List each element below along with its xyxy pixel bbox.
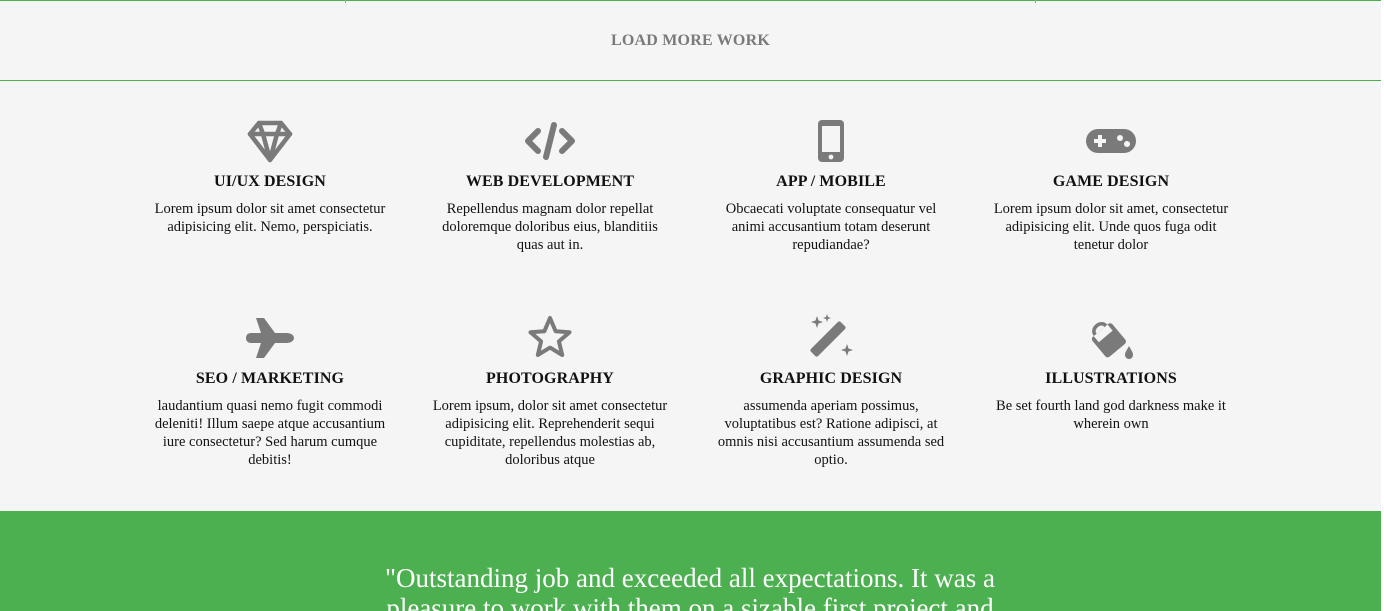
service-item: GRAPHIC DESIGN assumenda aperiam possimu… (713, 314, 949, 469)
service-item: GAME DESIGN Lorem ipsum dolor sit amet, … (993, 117, 1229, 254)
service-title: WEB DEVELOPMENT (465, 173, 635, 190)
service-description: assumenda aperiam possimus, voluptatibus… (717, 398, 945, 468)
service-item: PHOTOGRAPHY Lorem ipsum, dolor sit amet … (432, 314, 668, 469)
service-description: Lorem ipsum dolor sit amet consectetur a… (154, 201, 386, 235)
service-description: laudantium quasi nemo fugit commodi dele… (154, 398, 386, 468)
service-description: Repellendus magnam dolor repellat dolore… (442, 201, 658, 253)
service-item: SEO / MARKETING laudantium quasi nemo fu… (152, 314, 388, 469)
testimonial-section: "Outstanding job and exceeded all expect… (0, 511, 1381, 611)
service-title: PHOTOGRAPHY (486, 370, 614, 387)
service-title: SEO / MARKETING (195, 370, 345, 387)
magic-wand-icon (805, 314, 857, 366)
services-section: UI/UX DESIGN Lorem ipsum dolor sit amet … (0, 81, 1381, 511)
paint-bucket-icon (1085, 314, 1137, 366)
service-item: APP / MOBILE Obcaecati voluptate consequ… (713, 117, 949, 254)
gamepad-icon (1085, 117, 1137, 169)
service-description: Lorem ipsum, dolor sit amet consectetur … (432, 398, 668, 468)
star-icon (524, 314, 576, 366)
service-item: WEB DEVELOPMENT Repellendus magnam dolor… (432, 117, 668, 254)
testimonial-quote: "Outstanding job and exceeded all expect… (384, 563, 996, 611)
mobile-phone-icon (805, 117, 857, 169)
service-description: Be set fourth land god darkness make it … (996, 398, 1226, 432)
load-more-button[interactable]: LOAD MORE WORK (0, 1, 1381, 80)
code-icon (524, 117, 576, 169)
diamond-icon (244, 117, 296, 169)
service-item: ILLUSTRATIONS Be set fourth land god dar… (993, 314, 1229, 433)
service-title: ILLUSTRATIONS (1045, 370, 1177, 387)
service-title: GRAPHIC DESIGN (759, 370, 903, 387)
service-item: UI/UX DESIGN Lorem ipsum dolor sit amet … (152, 117, 388, 236)
service-description: Obcaecati voluptate consequatur vel anim… (725, 201, 937, 253)
service-title: APP / MOBILE (776, 173, 886, 190)
content-area: LOAD MORE WORK UI/UX DESIGN Lorem ipsum … (0, 0, 1381, 611)
page: LOAD MORE WORK UI/UX DESIGN Lorem ipsum … (0, 0, 1384, 611)
service-title: UI/UX DESIGN (214, 173, 326, 190)
service-title: GAME DESIGN (1052, 173, 1170, 190)
airplane-icon (244, 314, 296, 366)
service-description: Lorem ipsum dolor sit amet, consectetur … (993, 201, 1229, 253)
